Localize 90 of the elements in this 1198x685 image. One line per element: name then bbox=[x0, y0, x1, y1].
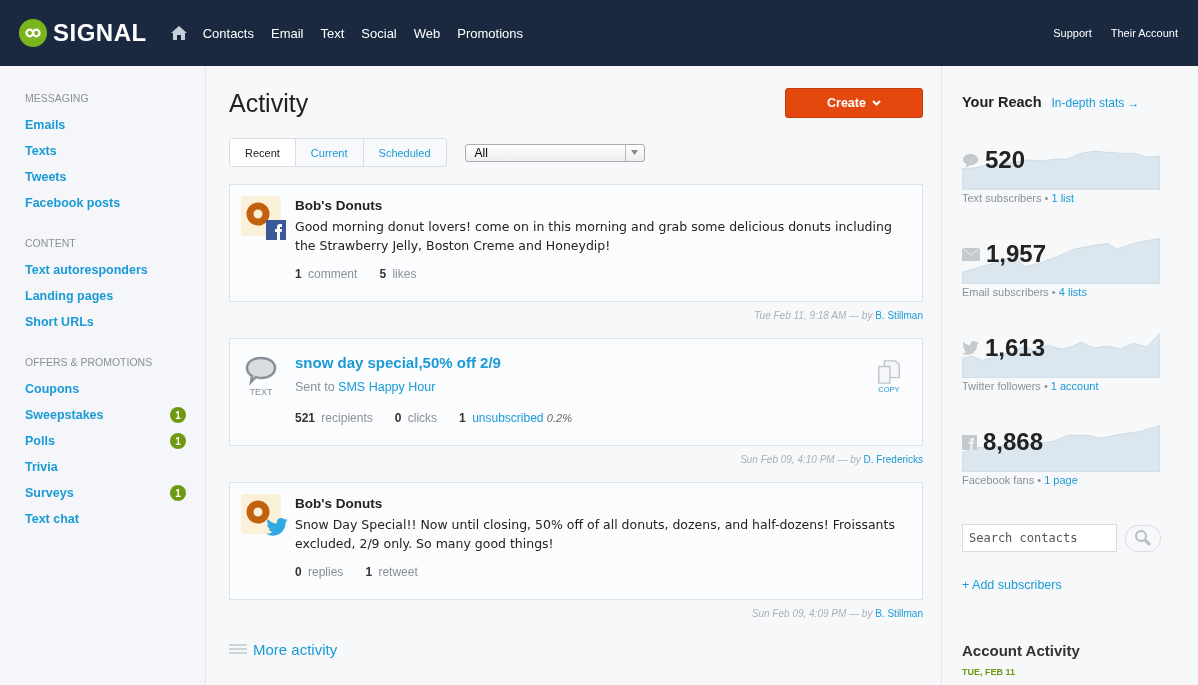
count-badge: 1 bbox=[170, 485, 186, 501]
stat-count: 1 bbox=[459, 411, 466, 425]
sidebar-link[interactable]: Trivia bbox=[25, 460, 58, 474]
count-badge: 1 bbox=[170, 433, 186, 449]
tab[interactable]: Current bbox=[295, 139, 364, 166]
date-label: TUE, FEB 11 bbox=[962, 667, 1016, 677]
create-button[interactable]: Create bbox=[785, 88, 923, 118]
timestamp: Tue Feb 11, 9:18 AM — by bbox=[754, 310, 873, 321]
post-stat: 1 retweet bbox=[365, 565, 418, 579]
stat-value: 1,957 bbox=[986, 240, 1047, 268]
stats-link[interactable]: In-depth stats → bbox=[1051, 96, 1140, 110]
stat-label: Text subscribers • bbox=[962, 192, 1049, 204]
post-stat: 0 clicks bbox=[394, 411, 438, 425]
stat-value: 520 bbox=[985, 146, 1026, 174]
caret-icon bbox=[631, 150, 639, 155]
brand-name: SIGNAL bbox=[53, 19, 147, 47]
envelope-icon bbox=[962, 247, 980, 261]
speech-bubble-icon bbox=[962, 152, 979, 168]
post-stat: 1 comment bbox=[295, 267, 358, 281]
nav-link[interactable]: Contacts bbox=[202, 25, 254, 41]
bird-icon bbox=[962, 341, 979, 355]
section-heading: MESSAGING bbox=[25, 92, 90, 104]
sidebar-link[interactable]: Polls bbox=[25, 434, 55, 448]
page-title: Activity bbox=[229, 88, 309, 118]
nav-link[interactable]: Promotions bbox=[457, 25, 523, 41]
post-stat: 0 replies bbox=[295, 565, 344, 579]
stat-link[interactable]: 1 page bbox=[1044, 474, 1078, 486]
avatar bbox=[241, 494, 281, 534]
filter-dropdown[interactable]: All bbox=[464, 143, 645, 162]
tab[interactable]: Scheduled bbox=[363, 139, 446, 166]
facebook-icon bbox=[962, 434, 977, 450]
nav-link[interactable]: Email bbox=[271, 25, 304, 41]
post-text: Snow Day Special!! Now until closing, 50% off of all donuts, dozens, and half-dozens! Froissants excluded, 2/9 only. So many good things! bbox=[295, 516, 896, 553]
search-field[interactable]: Search contacts bbox=[962, 524, 1117, 552]
stat-label: Twitter followers • bbox=[962, 380, 1048, 392]
post-author: Bob's Donuts bbox=[295, 496, 384, 511]
section-title: Your Reach bbox=[962, 94, 1042, 110]
author-link[interactable]: B. Stillman bbox=[875, 310, 923, 321]
sidebar-link[interactable]: Landing pages bbox=[25, 289, 114, 303]
add-subscribers-link[interactable]: + Add subscribers bbox=[962, 578, 1178, 592]
message-title[interactable]: snow day special,50% off 2/9 bbox=[295, 354, 910, 371]
nav-link[interactable]: Text bbox=[320, 25, 345, 41]
section-heading: OFFERS & PROMOTIONS bbox=[25, 356, 154, 368]
post-author: Bob's Donuts bbox=[295, 198, 384, 213]
post-stat: 5 likes bbox=[379, 267, 417, 281]
author-link[interactable]: B. Stillman bbox=[875, 608, 923, 619]
post-text: Good morning donut lovers! come on in this morning and grab some delicious donuts including the Strawberry Jelly, Boston Creme and Honeydip! bbox=[295, 218, 893, 255]
sidebar-link[interactable]: Sweepstakes bbox=[25, 408, 104, 422]
sidebar-link[interactable]: Facebook posts bbox=[25, 196, 121, 210]
stat-link[interactable]: 1 list bbox=[1051, 192, 1075, 204]
sidebar-link[interactable]: Texts bbox=[25, 144, 57, 158]
stat-link[interactable]: 1 account bbox=[1050, 380, 1099, 392]
caret-icon bbox=[871, 100, 881, 106]
stat-percent: 0.2% bbox=[546, 412, 572, 424]
sent-label: Sent to bbox=[295, 380, 335, 394]
header-link[interactable]: Their Account bbox=[1110, 27, 1178, 39]
nav-link[interactable]: Web bbox=[413, 25, 441, 41]
nav-link[interactable]: Social bbox=[361, 25, 397, 41]
sidebar-link[interactable]: Tweets bbox=[25, 170, 67, 184]
timestamp: Sun Feb 09, 4:09 PM — by bbox=[751, 608, 873, 619]
count-badge: 1 bbox=[170, 407, 186, 423]
list-icon bbox=[229, 643, 247, 656]
logo-icon bbox=[19, 19, 47, 47]
header-link[interactable]: Support bbox=[1053, 27, 1092, 39]
post-stat: 521 recipients bbox=[295, 411, 373, 425]
facebook-icon bbox=[266, 220, 286, 240]
stat-label: Email subscribers • bbox=[962, 286, 1056, 298]
stat-link[interactable]: unsubscribed bbox=[472, 411, 544, 425]
type-label: TEXT bbox=[249, 387, 273, 397]
sidebar-link[interactable]: Text autoresponders bbox=[25, 263, 148, 277]
list-link[interactable]: SMS Happy Hour bbox=[338, 380, 436, 394]
sidebar-link[interactable]: Emails bbox=[25, 118, 66, 132]
author-link[interactable]: D. Fredericks bbox=[863, 454, 923, 465]
section-heading: CONTENT bbox=[25, 237, 77, 249]
bird-icon bbox=[266, 518, 288, 536]
sidebar-link[interactable]: Short URLs bbox=[25, 315, 94, 329]
tab[interactable]: Recent bbox=[230, 139, 296, 166]
stat-label: Facebook fans • bbox=[962, 474, 1042, 486]
search-icon bbox=[1134, 529, 1152, 547]
timestamp: Sun Feb 09, 4:10 PM — by bbox=[740, 454, 861, 465]
stat-link[interactable]: 4 lists bbox=[1058, 286, 1087, 298]
stat-value: 8,868 bbox=[983, 428, 1044, 456]
speech-bubble-icon bbox=[245, 355, 277, 385]
section-title: Account Activity bbox=[962, 642, 1081, 659]
sidebar-link[interactable]: Surveys bbox=[25, 486, 74, 500]
stat-value: 1,613 bbox=[985, 334, 1046, 362]
home-icon[interactable] bbox=[170, 26, 187, 40]
sidebar-link[interactable]: Coupons bbox=[25, 382, 80, 396]
more-link[interactable]: More activity bbox=[253, 641, 338, 658]
sidebar-link[interactable]: Text chat bbox=[25, 512, 79, 526]
